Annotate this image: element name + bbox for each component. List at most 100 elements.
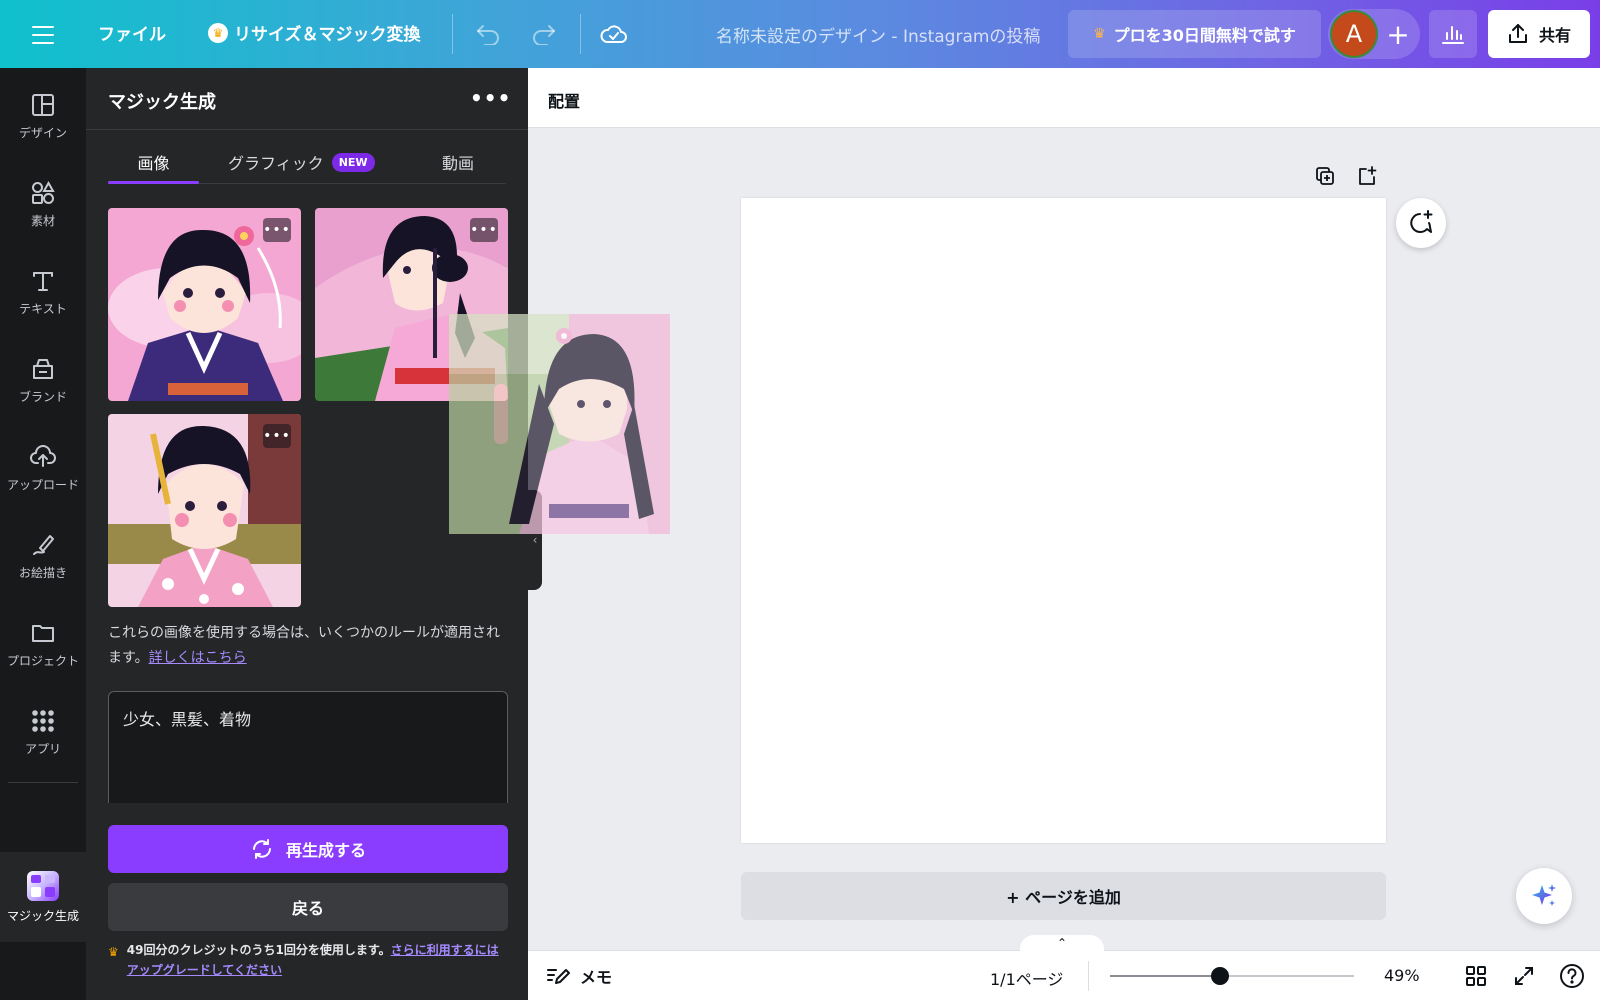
notes-button[interactable]: メモ — [546, 964, 612, 988]
credits-notice: ♛ 49回分のクレジットのうち1回分を使用します。さらに利用するにはアップグレー… — [108, 940, 508, 980]
media-type-tabs: 画像 グラフィック NEW 動画 — [108, 140, 506, 184]
toolbar-divider — [452, 14, 453, 54]
rail-item-magic-media[interactable]: マジック生成 — [0, 857, 86, 937]
dragged-image-preview[interactable] — [449, 314, 670, 534]
duplicate-page-icon[interactable] — [1311, 162, 1339, 190]
zoom-slider-fill — [1110, 975, 1220, 977]
scroll-fade — [86, 803, 528, 811]
usage-notice: これらの画像を使用する場合は、いくつかのルールが適用されます。詳しくはこちら — [108, 621, 508, 671]
fullscreen-icon[interactable] — [1510, 962, 1538, 990]
prompt-input-value: 少女、黒髪、着物 — [123, 710, 252, 729]
rail-item-uploads[interactable]: アップロード — [0, 428, 86, 508]
rail-item-label: お絵描き — [18, 565, 67, 580]
rail-item-label: デザイン — [18, 125, 67, 140]
design-title[interactable]: 名称未設定のデザイン - Instagramの投稿 — [716, 22, 1040, 47]
rail-item-label: 素材 — [30, 213, 55, 228]
avatar[interactable]: A — [1330, 10, 1378, 58]
active-tab-indicator — [108, 181, 199, 184]
tab-video[interactable]: 動画 — [442, 140, 474, 184]
rail-item-label: テキスト — [19, 301, 67, 316]
regenerate-button[interactable]: 再生成する — [108, 825, 508, 873]
draw-icon — [33, 534, 54, 555]
credits-text: 49回分のクレジットのうち1回分を使用します。 — [126, 943, 391, 957]
more-options-icon[interactable]: ••• — [470, 86, 511, 110]
add-collaborator-icon[interactable]: + — [1381, 17, 1415, 51]
rail-item-text[interactable]: テキスト — [0, 252, 86, 332]
layout-icon — [32, 93, 54, 116]
rail-item-projects[interactable]: プロジェクト — [0, 604, 86, 684]
new-badge: NEW — [331, 152, 375, 172]
add-comment-icon[interactable] — [1396, 198, 1446, 248]
try-pro-label: プロを30日間無料で試す — [1113, 26, 1296, 45]
context-toolbar: 配置 — [528, 68, 1600, 128]
image-options-icon[interactable]: ••• — [470, 218, 498, 242]
design-artboard[interactable] — [741, 198, 1386, 843]
regenerate-label: 再生成する — [285, 841, 366, 860]
zoom-slider-track[interactable] — [1110, 975, 1354, 977]
shapes-icon — [32, 180, 55, 204]
magic-media-icon — [27, 870, 59, 901]
rail-item-apps[interactable]: アプリ — [0, 692, 86, 772]
share-button[interactable]: 共有 — [1488, 10, 1590, 58]
back-button[interactable]: 戻る — [108, 883, 508, 931]
generated-image-3[interactable]: ••• — [108, 414, 301, 607]
insights-chart-icon[interactable] — [1429, 10, 1477, 58]
hamburger-menu-icon[interactable] — [28, 20, 58, 48]
tab-label: グラフィック — [228, 154, 324, 173]
learn-more-link[interactable]: 詳しくはこちら — [149, 650, 247, 666]
rail-item-magic-media-active[interactable]: マジック生成 — [0, 852, 86, 942]
image-options-icon[interactable]: ••• — [263, 218, 291, 242]
try-pro-button[interactable]: ♛ プロを30日間無料で試す — [1068, 10, 1321, 58]
add-page-icon[interactable] — [1353, 162, 1381, 190]
notes-label: メモ — [580, 968, 613, 987]
arrange-button[interactable]: 配置 — [548, 88, 580, 112]
share-label: 共有 — [1538, 26, 1571, 45]
add-page-button[interactable]: + ページを追加 — [741, 872, 1386, 920]
resize-magic-switch-button[interactable]: ♛ リサイズ＆マジック変換 — [208, 20, 421, 45]
tab-graphic[interactable]: グラフィック NEW — [228, 140, 375, 184]
rail-item-label: アップロード — [6, 477, 79, 492]
brand-icon — [33, 358, 53, 379]
panel-header: マジック生成 ••• — [86, 68, 528, 130]
rail-item-brand[interactable]: ブランド — [0, 340, 86, 420]
bottom-divider — [1088, 961, 1089, 991]
redo-icon[interactable] — [528, 18, 560, 50]
notes-pencil-icon — [547, 969, 570, 984]
cloud-saved-icon[interactable] — [598, 18, 630, 50]
rail-item-label: マジック生成 — [6, 908, 79, 923]
resize-magic-switch-label: リサイズ＆マジック変換 — [234, 25, 421, 45]
left-rail: デザイン 素材 テキスト ブランド アップロード お絵描き プロジェクト アプリ — [0, 68, 86, 1000]
tab-label: 動画 — [442, 154, 475, 173]
grid-view-icon[interactable] — [1462, 962, 1490, 990]
generated-image-1[interactable]: ••• — [108, 208, 301, 401]
expand-pages-chevron-icon[interactable]: ⌃ — [1020, 935, 1104, 951]
file-menu-button[interactable]: ファイル — [98, 20, 166, 45]
folder-icon — [32, 624, 54, 642]
rail-item-label: ブランド — [18, 389, 67, 404]
zoom-slider-knob[interactable] — [1210, 967, 1229, 985]
help-icon[interactable] — [1558, 962, 1586, 990]
crown-icon: ♛ — [1093, 26, 1106, 42]
panel-title: マジック生成 — [108, 92, 216, 113]
bottom-bar: ⌃ メモ 1/1ページ 49% — [528, 935, 1600, 1000]
magic-assistant-sparkle-icon[interactable] — [1516, 868, 1572, 924]
top-bar: ファイル ♛ リサイズ＆マジック変換 名称未設定のデザイン - Instagra… — [0, 0, 1600, 68]
tab-label: 画像 — [137, 154, 170, 173]
prompt-input[interactable]: 少女、黒髪、着物 — [108, 691, 508, 807]
rail-item-draw[interactable]: お絵描き — [0, 516, 86, 596]
crown-icon: ♛ — [108, 945, 119, 959]
rail-item-label: プロジェクト — [6, 653, 79, 668]
zoom-percentage[interactable]: 49% — [1384, 966, 1420, 985]
rail-item-elements[interactable]: 素材 — [0, 164, 86, 244]
share-upload-icon — [1508, 24, 1527, 43]
refresh-icon — [252, 839, 271, 859]
apps-grid-icon — [32, 709, 54, 732]
rail-divider — [8, 782, 78, 783]
crown-icon: ♛ — [208, 22, 228, 43]
tab-image[interactable]: 画像 — [108, 140, 199, 184]
page-indicator[interactable]: 1/1ページ — [990, 966, 1063, 990]
rail-item-design[interactable]: デザイン — [0, 76, 86, 156]
image-options-icon[interactable]: ••• — [263, 424, 291, 448]
cloud-upload-icon — [30, 444, 56, 467]
undo-icon[interactable] — [472, 18, 504, 50]
